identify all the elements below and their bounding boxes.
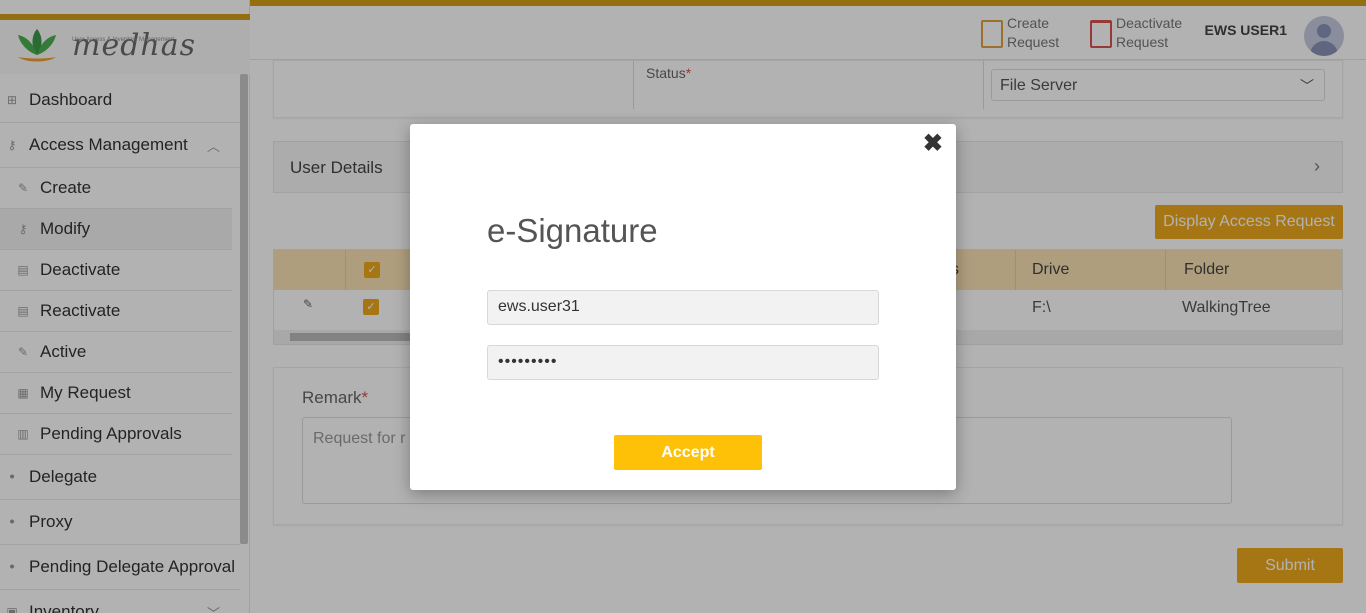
modal-title: e-Signature (487, 212, 658, 249)
close-icon[interactable]: ✖ (923, 132, 943, 156)
username-field[interactable]: ews.user31 (487, 290, 879, 325)
e-signature-modal: ✖ e-Signature ews.user31 ••••••••• Accep… (410, 124, 956, 490)
password-field[interactable]: ••••••••• (487, 345, 879, 380)
accept-button[interactable]: Accept (614, 435, 762, 470)
